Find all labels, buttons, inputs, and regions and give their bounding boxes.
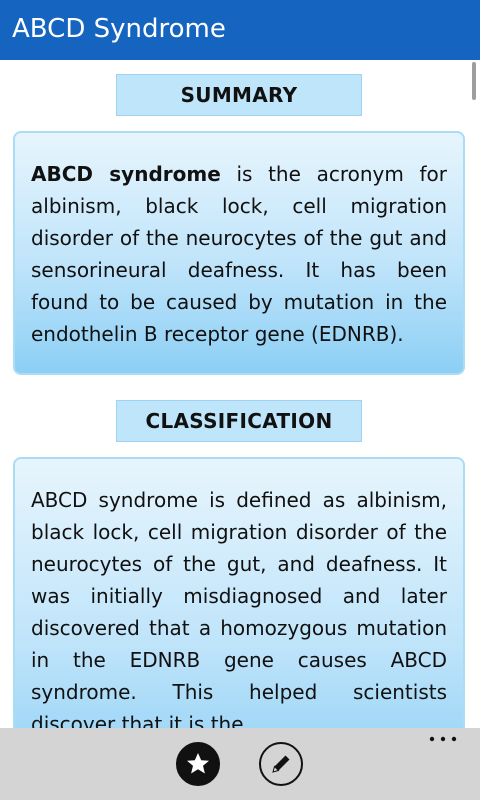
star-icon — [187, 753, 209, 774]
section-header-classification: CLASSIFICATION — [116, 400, 362, 442]
app-title: ABCD Syndrome — [12, 14, 226, 44]
classification-card: ABCD syndrome is defined as albinism, bl… — [13, 457, 465, 728]
summary-term: ABCD syndrome — [31, 162, 221, 186]
more-icon[interactable] — [428, 734, 458, 744]
summary-text: is the acronym for albinism, black lock,… — [31, 162, 448, 346]
scrollbar[interactable] — [472, 62, 476, 100]
pencil-icon — [272, 755, 290, 773]
favorite-button[interactable] — [176, 742, 220, 786]
edit-button[interactable] — [259, 742, 303, 786]
app-title-bar: ABCD Syndrome — [0, 0, 480, 60]
content-scroll-area[interactable]: SUMMARY ABCD syndrome is the acronym for… — [0, 60, 480, 728]
section-header-summary: SUMMARY — [116, 74, 362, 116]
app-bar — [0, 728, 480, 800]
classification-text: ABCD syndrome is defined as albinism, bl… — [31, 488, 447, 728]
summary-card: ABCD syndrome is the acronym for albinis… — [13, 131, 465, 375]
